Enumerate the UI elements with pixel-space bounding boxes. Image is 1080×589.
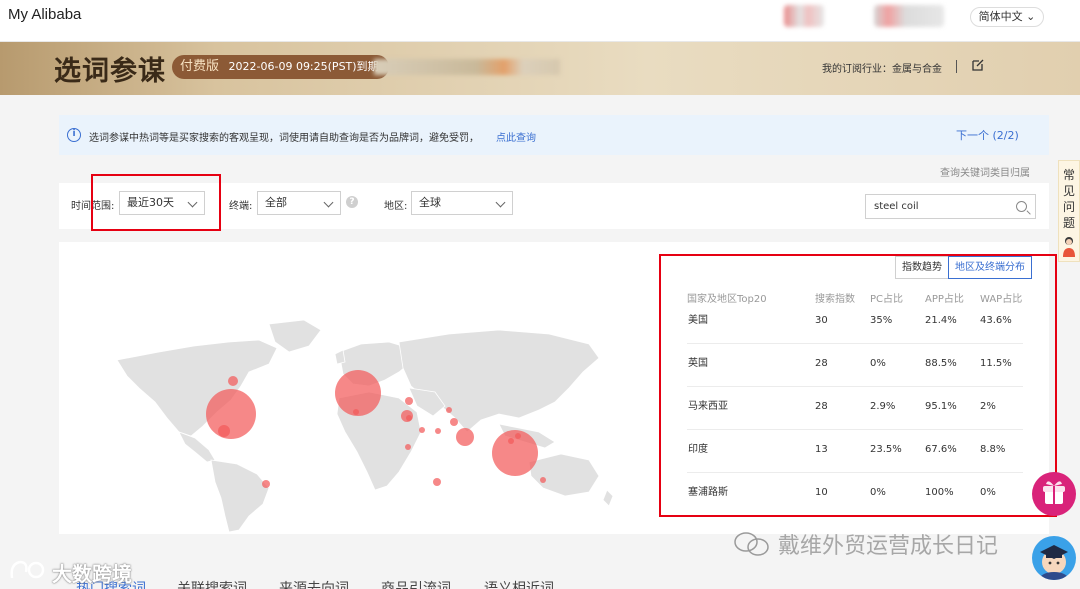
notice-text: 选词参谋中热词等是买家搜索的客观呈现，词使用请自助查询是否为品牌词，避免受罚， <box>89 133 479 144</box>
notice-bar: i 选词参谋中热词等是买家搜索的客观呈现，词使用请自助查询是否为品牌词，避免受罚… <box>59 115 1049 155</box>
terminal-value: 全部 <box>265 196 287 209</box>
world-map[interactable] <box>99 302 619 532</box>
region-value: 全球 <box>419 196 441 209</box>
bubble-united-kingdom <box>335 370 381 416</box>
bubble-mexico <box>218 425 230 437</box>
search-icon[interactable] <box>1016 201 1027 212</box>
account-name-blurred[interactable] <box>874 5 944 27</box>
banner-divider <box>956 60 957 73</box>
map-greenland <box>268 319 322 353</box>
keyword-category-link[interactable]: 查询关键词类目归属 <box>940 164 1030 179</box>
bubble-vietnam <box>508 438 514 444</box>
paid-version-badge: 付费版 2022-06-09 09:25(PST)到期 <box>172 55 389 79</box>
tab-source-keywords[interactable]: 来源去向词 <box>279 578 349 589</box>
region-label: 地区: <box>384 201 408 212</box>
brand-check-link[interactable]: 点此查询 <box>496 129 536 144</box>
terminal-select[interactable]: 全部 <box>257 191 341 215</box>
keyword-search-input[interactable]: steel coil <box>865 194 1036 219</box>
bubble-saudi-arabia <box>419 427 425 433</box>
bubble-brazil <box>262 480 270 488</box>
tab-semantic-keywords[interactable]: 语义相近词 <box>484 578 554 589</box>
expiry-date: 2022-06-09 09:25(PST)到期 <box>228 60 379 73</box>
support-agent-icon <box>1063 237 1075 257</box>
map-south-america <box>210 459 270 532</box>
bubble-thailand <box>515 433 521 439</box>
bubble-pakistan <box>450 418 458 426</box>
bubble-united-states <box>206 389 256 439</box>
top-bar: My Alibaba 简体中文 ⌄ <box>0 0 1080 42</box>
wechat-icon <box>734 532 769 556</box>
search-value: steel coil <box>874 201 919 212</box>
highlight-box-region-table <box>659 254 1057 517</box>
dashu-logo-icon <box>10 560 45 579</box>
region-select[interactable]: 全球 <box>411 191 513 215</box>
bubble-cyprus <box>406 415 412 421</box>
bubble-france <box>353 409 359 415</box>
language-switcher[interactable]: 简体中文 ⌄ <box>970 7 1044 27</box>
gift-button[interactable] <box>1032 472 1076 516</box>
tab-product-keywords[interactable]: 商品引流词 <box>381 578 451 589</box>
edit-icon[interactable] <box>971 58 985 72</box>
graduate-avatar-icon <box>1038 545 1070 580</box>
gift-icon <box>1043 481 1065 504</box>
next-notice-link[interactable]: 下一个 (2/2) <box>956 127 1019 143</box>
page-title: 选词参谋 <box>54 56 166 87</box>
bubble-iran <box>446 407 452 413</box>
bubble-egypt <box>405 444 411 450</box>
paid-version-label: 付费版 <box>180 59 220 74</box>
map-australia <box>528 453 600 497</box>
help-icon[interactable]: ? <box>346 196 358 208</box>
chevron-down-icon <box>495 197 506 208</box>
keyword-tabs: 热门搜索词 关联搜索词 来源去向词 商品引流词 语义相近词 <box>59 568 1049 589</box>
tab-related-keywords[interactable]: 关联搜索词 <box>177 578 247 589</box>
highlight-box-time-range <box>91 174 221 231</box>
map-asia <box>398 329 600 433</box>
wechat-watermark: 戴维外贸运营成长日记 <box>778 534 999 559</box>
map-new-zealand <box>602 489 614 507</box>
bubble-germany <box>405 397 413 405</box>
bubble-kenya <box>433 478 441 486</box>
map-uk <box>334 349 346 365</box>
terminal-label: 终端: <box>229 201 253 212</box>
info-icon: i <box>67 128 81 142</box>
bubble-australia <box>540 477 546 483</box>
bubble-india <box>456 428 474 446</box>
account-avatar-blurred[interactable] <box>784 5 824 27</box>
chevron-down-icon <box>323 197 334 208</box>
brand-logo[interactable]: My Alibaba <box>8 6 81 23</box>
map-central-america <box>178 431 216 463</box>
blurred-info <box>374 59 560 75</box>
bubble-malaysia <box>492 430 538 476</box>
page-banner: 选词参谋 付费版 2022-06-09 09:25(PST)到期 我的订阅行业：… <box>0 42 1080 95</box>
subscribed-industry: 我的订阅行业：金属与合金 <box>822 64 942 75</box>
assistant-avatar[interactable] <box>1032 536 1076 580</box>
dashu-watermark: 大数跨境 <box>52 562 132 586</box>
bubble-uae <box>435 428 441 434</box>
faq-widget[interactable]: 常见问题 <box>1058 160 1080 262</box>
faq-label: 常见问题 <box>1063 168 1076 230</box>
bubble-canada <box>228 376 238 386</box>
